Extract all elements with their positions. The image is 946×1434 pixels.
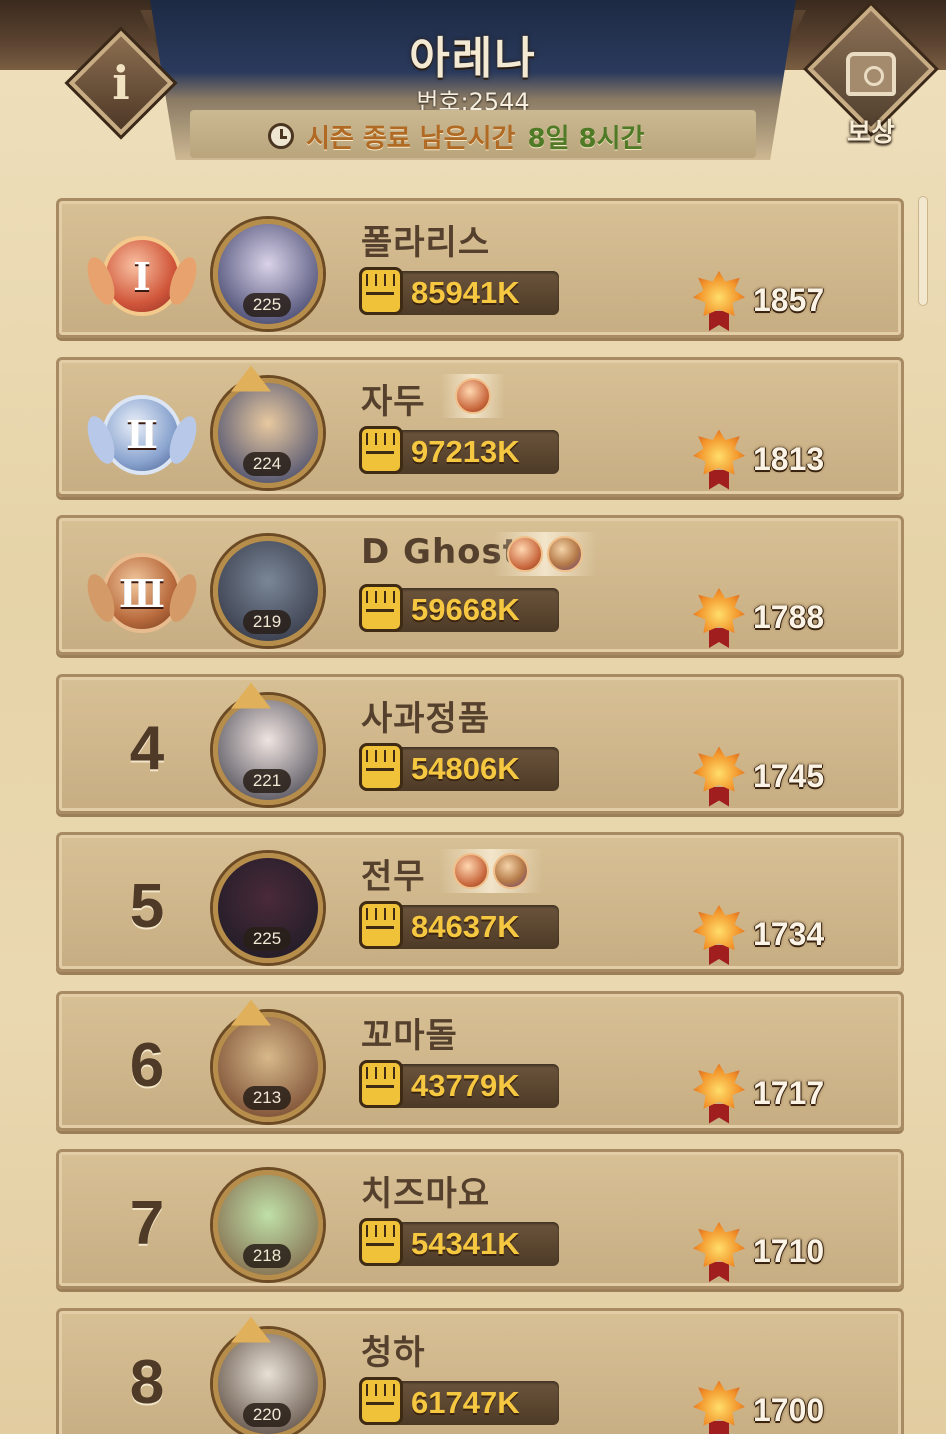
- player-name: 사과정품: [361, 698, 491, 739]
- rank-number: 5: [129, 872, 165, 941]
- player-avatar[interactable]: 221: [207, 682, 327, 807]
- gold-medal-icon: Ⅰ: [102, 236, 182, 316]
- player-level-badge: 225: [243, 927, 291, 951]
- arena-points: 1857: [753, 282, 825, 318]
- rank-medal-numeral: Ⅰ: [133, 253, 151, 299]
- rank-number: 4: [129, 713, 165, 783]
- player-avatar[interactable]: 219: [207, 528, 327, 648]
- arena-points: 1734: [753, 916, 825, 952]
- player-name: 꼬마돌: [361, 1015, 458, 1056]
- fist-power-icon: [359, 1059, 403, 1108]
- combat-power-value: 54341K: [411, 1226, 520, 1261]
- player-level-badge: 224: [243, 451, 291, 476]
- title-badges: [439, 849, 543, 893]
- arena-points: 1717: [753, 1074, 825, 1111]
- player-level-badge: 218: [243, 1244, 291, 1268]
- arena-points: 1700: [753, 1391, 825, 1428]
- rank-row[interactable]: 5 225 전무 84637K 1734: [56, 832, 904, 972]
- silver-medal-icon: Ⅱ: [102, 394, 182, 475]
- player-level-badge: 221: [243, 768, 291, 793]
- fist-power-icon: [359, 1376, 403, 1425]
- trophy-ribbon-shape: [709, 1103, 729, 1124]
- player-name: 전무: [361, 857, 426, 897]
- arena-trophy-icon: [693, 746, 745, 807]
- trophy-ribbon-shape: [709, 786, 729, 807]
- arena-trophy-icon: [693, 429, 745, 490]
- arena-points: 1813: [753, 440, 825, 477]
- rank-row[interactable]: 6 213 꼬마돌 43779K 1717: [56, 990, 904, 1131]
- player-avatar[interactable]: 225: [207, 845, 327, 965]
- rank-medal-icon: Ⅰ: [97, 231, 187, 321]
- fist-power-icon: [359, 425, 403, 474]
- bronze-medal-icon: Ⅲ: [102, 553, 182, 633]
- combat-power-value: 84637K: [411, 909, 520, 944]
- arena-points: 1710: [753, 1233, 825, 1269]
- combat-power-value: 61747K: [411, 1384, 520, 1420]
- title-badge-icon[interactable]: [455, 377, 491, 414]
- trophy-ribbon-shape: [709, 1420, 729, 1434]
- trophy-ribbon-shape: [709, 628, 729, 648]
- player-avatar[interactable]: 220: [207, 1316, 327, 1434]
- combat-power-value: 43779K: [411, 1067, 520, 1103]
- player-avatar[interactable]: 224: [207, 365, 327, 490]
- player-name: 치즈마요: [361, 1174, 491, 1214]
- title-badge-icon[interactable]: [493, 853, 529, 889]
- player-name: 자두: [361, 381, 426, 422]
- player-name: 청하: [361, 1332, 426, 1373]
- rank-number: 8: [129, 1347, 165, 1417]
- title-badges: [493, 532, 597, 576]
- player-avatar[interactable]: 225: [207, 211, 327, 331]
- title-badges: [441, 373, 505, 418]
- title-badge-icon[interactable]: [547, 536, 583, 572]
- rank-row[interactable]: Ⅲ 219 D Ghost 59668K 1788: [56, 515, 904, 655]
- arena-trophy-icon: [693, 271, 745, 331]
- player-name: 폴라리스: [361, 223, 491, 263]
- rank-row[interactable]: 7 218 치즈마요 54341K 1710: [56, 1149, 904, 1289]
- player-avatar[interactable]: 218: [207, 1162, 327, 1282]
- combat-power-value: 54806K: [411, 750, 520, 786]
- rank-number: 6: [129, 1030, 165, 1100]
- fist-power-icon: [359, 901, 403, 949]
- arena-trophy-icon: [693, 905, 745, 965]
- arena-points: 1788: [753, 599, 825, 635]
- trophy-ribbon-shape: [709, 469, 729, 490]
- rank-medal-numeral: Ⅲ: [118, 570, 166, 616]
- title-badge-icon[interactable]: [507, 536, 543, 572]
- trophy-ribbon-shape: [709, 1262, 729, 1282]
- combat-power-value: 97213K: [411, 433, 520, 469]
- player-level-badge: 225: [243, 293, 291, 317]
- arena-points: 1745: [753, 757, 825, 794]
- trophy-ribbon-shape: [709, 311, 729, 331]
- rank-row[interactable]: Ⅱ 224 자두 97213K 1813: [56, 356, 904, 497]
- rank-medal-numeral: Ⅱ: [125, 412, 159, 457]
- rank-row[interactable]: 4 221 사과정품 54806K 1745: [56, 673, 904, 814]
- trophy-ribbon-shape: [709, 945, 729, 965]
- rank-medal-icon: Ⅲ: [97, 548, 187, 638]
- arena-trophy-icon: [693, 1063, 745, 1124]
- arena-trophy-icon: [693, 1380, 745, 1434]
- player-level-badge: 213: [243, 1085, 291, 1110]
- player-avatar[interactable]: 213: [207, 999, 327, 1124]
- arena-trophy-icon: [693, 1222, 745, 1282]
- player-level-badge: 219: [243, 610, 291, 634]
- title-badge-icon[interactable]: [453, 853, 489, 889]
- fist-power-icon: [359, 742, 403, 791]
- fist-power-icon: [359, 584, 403, 632]
- fist-power-icon: [359, 1218, 403, 1266]
- rank-medal-icon: Ⅱ: [97, 390, 187, 480]
- player-level-badge: 220: [243, 1402, 291, 1427]
- rank-row[interactable]: 8 220 청하 61747K 1700: [56, 1307, 904, 1434]
- fist-power-icon: [359, 267, 403, 315]
- rank-row[interactable]: Ⅰ 225 폴라리스 85941K 1857: [56, 198, 904, 338]
- arena-trophy-icon: [693, 588, 745, 648]
- combat-power-value: 59668K: [411, 592, 520, 627]
- rank-number: 7: [129, 1189, 165, 1258]
- combat-power-value: 85941K: [411, 275, 520, 310]
- ranking-list: Ⅰ 225 폴라리스 85941K 1857 Ⅱ 224 자두 97213K 1813 Ⅲ 219 D …: [0, 0, 946, 1434]
